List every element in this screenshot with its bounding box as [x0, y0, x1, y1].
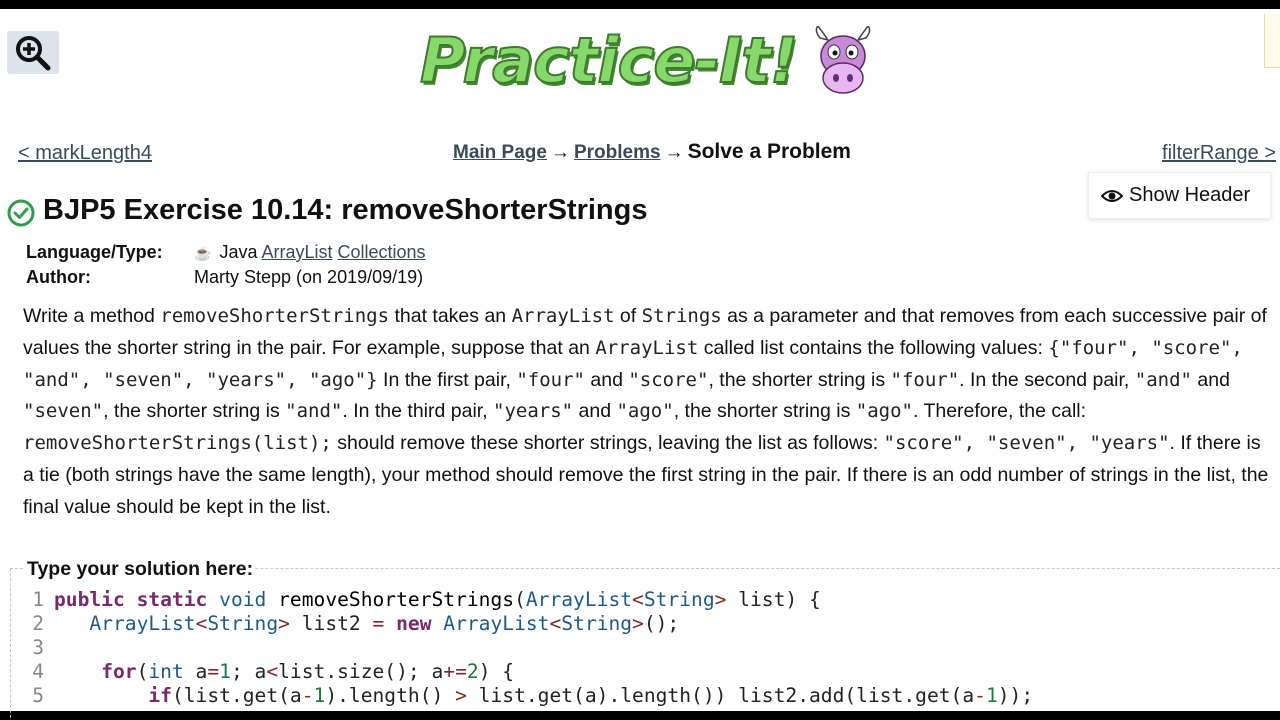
desc-text: Write a method: [23, 305, 161, 327]
desc-code: removeShorterStrings(list);: [23, 432, 332, 455]
breadcrumb-arrow: →: [550, 142, 570, 163]
desc-text: should remove these shorter strings, lea…: [331, 432, 884, 455]
author-row: Author: Marty Stepp (on 2019/09/19): [26, 265, 426, 289]
line-number: 4: [32, 660, 44, 683]
side-panel-fragment: [1264, 14, 1280, 68]
desc-text: that takes an: [389, 305, 512, 327]
code-editor[interactable]: 1 public static void removeShorterString…: [20, 588, 1280, 708]
next-problem-link[interactable]: filterRange >: [1162, 142, 1276, 165]
desc-code: "score": [628, 368, 709, 391]
line-number: 5: [32, 684, 44, 707]
show-header-button[interactable]: Show Header: [1088, 172, 1271, 219]
problem-description: Write a method removeShorterStrings that…: [23, 301, 1275, 524]
desc-code: removeShorterStrings: [160, 305, 390, 327]
zoom-button[interactable]: [7, 31, 59, 74]
page-title: BJP5 Exercise 10.14: removeShorterString…: [43, 194, 648, 226]
tag-arraylist[interactable]: ArrayList: [261, 242, 332, 262]
desc-code: "years": [493, 400, 574, 423]
desc-text: . Therefore, the call:: [912, 400, 1087, 423]
breadcrumb-problems[interactable]: Problems: [574, 142, 661, 163]
desc-text: and: [573, 400, 617, 423]
show-header-label: Show Header: [1129, 184, 1251, 206]
desc-code: ArrayList: [511, 305, 615, 327]
code-line[interactable]: 2 ArrayList<String> list2 = new ArrayLis…: [20, 612, 1280, 636]
desc-code: "ago": [855, 400, 913, 423]
breadcrumb-main-page[interactable]: Main Page: [453, 142, 547, 163]
language-value: Java: [219, 242, 258, 262]
problem-meta: Language/Type: ☕ Java ArrayList Collectio…: [26, 240, 426, 289]
line-number: 1: [32, 588, 44, 611]
code-text: ArrayList<String> list2 = new ArrayList<…: [89, 612, 680, 635]
java-cup-icon: ☕: [194, 245, 212, 261]
desc-code: "and": [285, 400, 343, 423]
prev-problem-link[interactable]: < markLength4: [18, 142, 152, 165]
practice-it-logo[interactable]: Practice-It!: [419, 22, 875, 100]
language-row: Language/Type: ☕ Java ArrayList Collectio…: [26, 240, 426, 265]
desc-code: "seven": [23, 400, 104, 423]
tag-collections[interactable]: Collections: [338, 242, 426, 262]
breadcrumb-arrow: →: [664, 142, 684, 163]
code-line[interactable]: 4 for(int a=1; a<list.size(); a+=2) {: [20, 660, 1280, 684]
desc-text: called list contains the following value…: [698, 336, 1049, 359]
solution-label: Type your solution here:: [25, 558, 256, 581]
desc-code: Strings: [641, 305, 722, 327]
desc-text: , the shorter string is: [708, 368, 891, 391]
desc-code: "four": [890, 368, 960, 391]
desc-code: "four": [516, 368, 585, 391]
line-number: 2: [32, 612, 44, 635]
desc-text: , the shorter string is: [103, 400, 286, 423]
code-text: for(int a=1; a<list.size(); a+=2) {: [101, 660, 515, 683]
cow-mascot-icon: [815, 26, 871, 94]
desc-text: . In the third pair,: [342, 400, 494, 423]
desc-text: . In the second pair,: [959, 368, 1135, 391]
zoom-in-icon: [16, 35, 51, 70]
top-edge-bar: [0, 0, 1280, 9]
desc-text: and: [1191, 368, 1230, 391]
check-circle-icon: [7, 199, 35, 226]
author-label: Author:: [26, 267, 91, 287]
language-label: Language/Type:: [26, 242, 163, 262]
code-line[interactable]: 1 public static void removeShorterString…: [20, 588, 1280, 612]
desc-code: "score", "seven", "years": [883, 432, 1170, 455]
breadcrumb-current: Solve a Problem: [687, 140, 851, 163]
line-number: 3: [32, 636, 44, 659]
problem-title-row: BJP5 Exercise 10.14: removeShorterString…: [7, 194, 647, 227]
desc-text: of: [614, 305, 642, 327]
logo-text: Practice-It!: [419, 23, 799, 98]
code-line[interactable]: 3: [20, 636, 1280, 660]
desc-text: and: [584, 368, 629, 391]
code-text: public static void removeShorterStrings(…: [54, 588, 821, 611]
desc-text: In the first pair,: [377, 368, 517, 391]
eye-icon: [1101, 189, 1123, 202]
author-value: Marty Stepp (on 2019/09/19): [194, 267, 424, 287]
code-text: if(list.get(a-1).length() > list.get(a).…: [148, 684, 1034, 707]
code-line[interactable]: 5 if(list.get(a-1).length() > list.get(a…: [20, 684, 1280, 708]
desc-code: "and": [1134, 368, 1192, 391]
desc-text: , the shorter string is: [673, 400, 856, 423]
desc-code: ArrayList: [595, 336, 699, 359]
breadcrumb: Main Page → Problems → Solve a Problem: [453, 140, 851, 164]
desc-code: "ago": [616, 400, 674, 423]
